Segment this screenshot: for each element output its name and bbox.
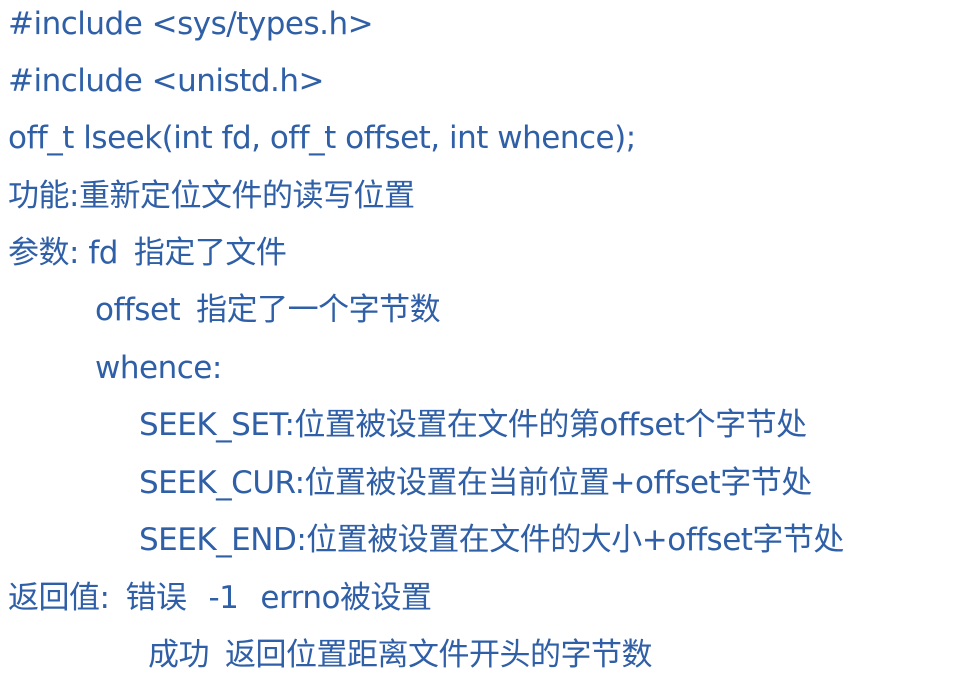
include-unistd-line: #include <unistd.h> bbox=[8, 63, 325, 99]
params-label: 参数: bbox=[8, 235, 79, 271]
seek-end-line: SEEK_END:位置被设置在文件的大小+offset字节处 bbox=[139, 522, 844, 558]
function-description-line: 功能:重新定位文件的读写位置 bbox=[8, 178, 415, 214]
return-error-note: errno被设置 bbox=[260, 580, 432, 616]
return-error: 错误 bbox=[125, 580, 187, 616]
return-error-line: 返回值: 错误 -1 errno被设置 bbox=[8, 578, 432, 618]
lseek-signature-line: off_t lseek(int fd, off_t offset, int wh… bbox=[8, 120, 636, 156]
param-offset-line: offset 指定了一个字节数 bbox=[95, 290, 441, 330]
slide: #include <sys/types.h> #include <unistd.… bbox=[0, 0, 975, 685]
seek-set-line: SEEK_SET:位置被设置在文件的第offset个字节处 bbox=[139, 407, 807, 443]
return-error-value: -1 bbox=[208, 580, 239, 616]
return-label: 返回值: bbox=[8, 580, 110, 616]
param-whence-line: whence: bbox=[95, 350, 222, 386]
include-sys-types-line: #include <sys/types.h> bbox=[8, 6, 374, 42]
seek-cur-line: SEEK_CUR:位置被设置在当前位置+offset字节处 bbox=[139, 465, 812, 501]
param-fd-desc: 指定了文件 bbox=[133, 235, 287, 271]
param-offset-name: offset bbox=[95, 292, 181, 328]
return-success-line: 成功 返回位置距离文件开头的字节数 bbox=[148, 635, 653, 675]
return-success: 成功 bbox=[148, 637, 210, 673]
param-fd-name: fd bbox=[88, 235, 118, 271]
params-fd-line: 参数: fd 指定了文件 bbox=[8, 233, 287, 273]
param-offset-desc: 指定了一个字节数 bbox=[196, 292, 441, 328]
return-success-desc: 返回位置距离文件开头的字节数 bbox=[225, 637, 653, 673]
